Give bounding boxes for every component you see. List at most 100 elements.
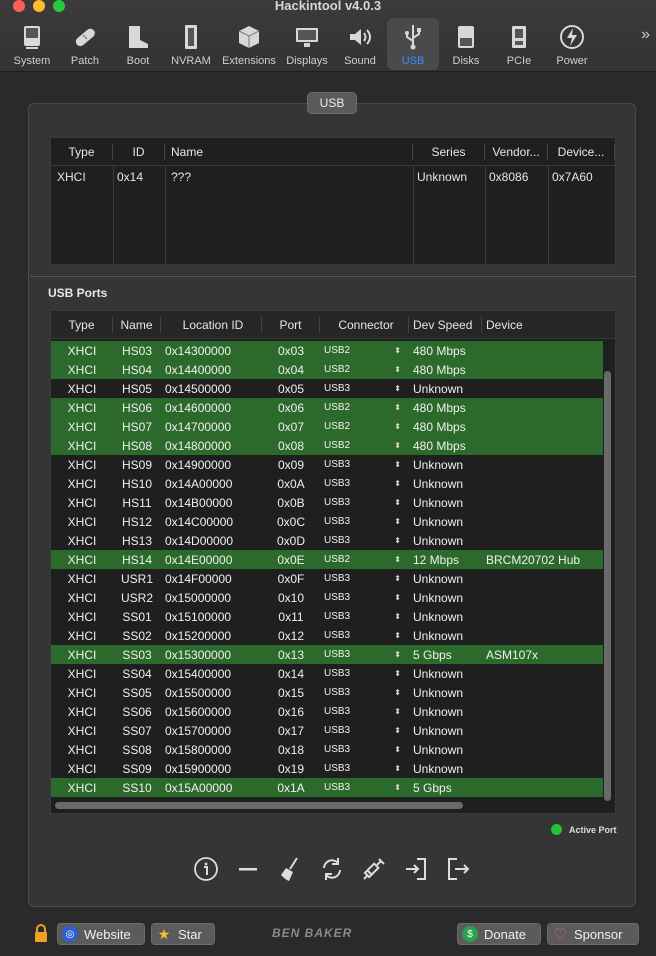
lock-icon[interactable] (33, 923, 49, 943)
port-connector-select[interactable]: USB3 ⬍ (320, 630, 409, 641)
table-row[interactable]: XHCI SS01 0x15100000 0x11 USB3 ⬍ Unknown (51, 607, 603, 626)
usb-ports-table[interactable]: Type Name Location ID Port Connector Dev… (50, 310, 616, 814)
port-connector-select-text: USB3 (324, 706, 351, 717)
port-connector-select[interactable]: USB3 ⬍ (320, 573, 409, 584)
controllers-table[interactable]: Type ID Name Series Vendor... Device... … (50, 137, 616, 265)
port-connector-select[interactable]: USB3 ⬍ (320, 383, 409, 394)
toolbar-item-disks[interactable]: Disks (440, 18, 492, 70)
table-row[interactable]: XHCI HS10 0x14A00000 0x0A USB3 ⬍ Unknown (51, 474, 603, 493)
table-row[interactable]: XHCI SS09 0x15900000 0x19 USB3 ⬍ Unknown (51, 759, 603, 778)
port-location-id-text: 0x15900000 (165, 761, 232, 776)
column-header-id[interactable]: ID (113, 143, 165, 160)
port-connector-select[interactable]: USB3 ⬍ (320, 687, 409, 698)
clear-button[interactable] (276, 855, 304, 883)
port-connector-select[interactable]: USB2 ⬍ (320, 364, 409, 375)
port-connector-select[interactable]: USB3 ⬍ (320, 706, 409, 717)
toolbar-overflow-button[interactable]: » (641, 26, 650, 44)
toolbar-item-sound[interactable]: Sound (334, 18, 386, 70)
import-button[interactable] (402, 855, 430, 883)
table-row[interactable]: XHCI HS09 0x14900000 0x09 USB3 ⬍ Unknown (51, 455, 603, 474)
toolbar-item-usb[interactable]: USB (387, 18, 439, 70)
toolbar-item-boot[interactable]: Boot (112, 18, 164, 70)
table-row[interactable]: XHCI SS06 0x15600000 0x16 USB3 ⬍ Unknown (51, 702, 603, 721)
port-connector-select[interactable]: USB3 ⬍ (320, 611, 409, 622)
toolbar-item-patch[interactable]: Patch (59, 18, 111, 70)
column-header-type[interactable]: Type (51, 316, 113, 333)
export-button[interactable] (444, 855, 472, 883)
toolbar-item-displays[interactable]: Displays (281, 18, 333, 70)
table-row[interactable]: XHCI HS12 0x14C00000 0x0C USB3 ⬍ Unknown (51, 512, 603, 531)
port-connector-select[interactable]: USB3 ⬍ (320, 725, 409, 736)
table-row[interactable]: XHCI HS07 0x14700000 0x07 USB2 ⬍ 480 Mbps (51, 417, 603, 436)
port-connector-select[interactable]: USB3 ⬍ (320, 459, 409, 470)
toolbar-item-system[interactable]: System (6, 18, 58, 70)
column-header-device[interactable]: Device (482, 317, 603, 333)
inject-button[interactable] (360, 855, 388, 883)
horizontal-scrollbar[interactable] (55, 802, 463, 809)
column-header-type[interactable]: Type (51, 143, 113, 160)
column-header-connector[interactable]: Connector (320, 316, 409, 333)
column-header-name[interactable]: Name (113, 316, 161, 333)
toolbar-item-power[interactable]: Power (546, 18, 598, 70)
table-row[interactable]: XHCI USR2 0x15000000 0x10 USB3 ⬍ Unknown (51, 588, 603, 607)
toolbar-item-nvram[interactable]: NVRAM (165, 18, 217, 70)
table-row[interactable]: XHCI SS02 0x15200000 0x12 USB3 ⬍ Unknown (51, 626, 603, 645)
table-row[interactable]: XHCI SS03 0x15300000 0x13 USB3 ⬍ 5 Gbps ASM107x (51, 645, 603, 664)
port-dev-speed: 5 Gbps (409, 648, 482, 662)
website-button[interactable]: ◎ Website (57, 923, 145, 945)
port-connector-select[interactable]: USB2 ⬍ (320, 421, 409, 432)
table-row[interactable]: XHCI SS04 0x15400000 0x14 USB3 ⬍ Unknown (51, 664, 603, 683)
table-row[interactable]: XHCI SS08 0x15800000 0x18 USB3 ⬍ Unknown (51, 740, 603, 759)
port-name: USR1 (113, 572, 161, 586)
column-header-location-id[interactable]: Location ID (161, 316, 262, 333)
sponsor-button[interactable]: ♡ Sponsor (547, 923, 639, 945)
port-connector-select[interactable]: USB3 ⬍ (320, 592, 409, 603)
remove-button[interactable] (234, 855, 262, 883)
donate-button[interactable]: $ Donate (457, 923, 541, 945)
monitor-icon (296, 28, 318, 47)
refresh-button[interactable] (318, 855, 346, 883)
port-number: 0x0A (262, 477, 320, 491)
port-location-id: 0x15200000 (161, 629, 262, 643)
controller-row[interactable]: XHCI 0x14 ??? Unknown 0x8086 0x7A60 (51, 166, 615, 188)
table-row[interactable]: XHCI HS04 0x14400000 0x04 USB2 ⬍ 480 Mbps (51, 360, 603, 379)
table-row[interactable]: XHCI HS14 0x14E00000 0x0E USB2 ⬍ 12 Mbps BRCM20… (51, 550, 603, 569)
port-connector-select[interactable]: USB3 ⬍ (320, 744, 409, 755)
port-connector-select[interactable]: USB3 ⬍ (320, 763, 409, 774)
table-row[interactable]: XHCI HS13 0x14D00000 0x0D USB3 ⬍ Unknown (51, 531, 603, 550)
table-row[interactable]: XHCI HS11 0x14B00000 0x0B USB3 ⬍ Unknown (51, 493, 603, 512)
toolbar-item-extensions[interactable]: Extensions (218, 18, 280, 70)
port-location-id: 0x14400000 (161, 363, 262, 377)
column-header-series[interactable]: Series (413, 143, 485, 160)
table-row[interactable]: XHCI HS08 0x14800000 0x08 USB2 ⬍ 480 Mbps (51, 436, 603, 455)
column-header-vendor[interactable]: Vendor... (485, 143, 548, 160)
table-row[interactable]: XHCI SS10 0x15A00000 0x1A USB3 ⬍ 5 Gbps (51, 778, 603, 797)
port-connector-select[interactable]: USB2 ⬍ (320, 402, 409, 413)
port-connector-select[interactable]: USB3 ⬍ (320, 668, 409, 679)
port-connector-select[interactable]: USB2 ⬍ (320, 345, 409, 356)
port-connector-select[interactable]: USB2 ⬍ (320, 554, 409, 565)
port-connector-select[interactable]: USB2 ⬍ (320, 440, 409, 451)
table-row[interactable]: XHCI HS06 0x14600000 0x06 USB2 ⬍ 480 Mbps (51, 398, 603, 417)
table-row[interactable]: XHCI HS05 0x14500000 0x05 USB3 ⬍ Unknown (51, 379, 603, 398)
table-row[interactable]: XHCI USR1 0x14F00000 0x0F USB3 ⬍ Unknown (51, 569, 603, 588)
port-connector-select[interactable]: USB3 ⬍ (320, 478, 409, 489)
vertical-scrollbar[interactable] (604, 371, 611, 801)
port-connector-select[interactable]: USB3 ⬍ (320, 497, 409, 508)
table-row[interactable]: XHCI SS05 0x15500000 0x15 USB3 ⬍ Unknown (51, 683, 603, 702)
table-row[interactable]: XHCI HS03 0x14300000 0x03 USB2 ⬍ 480 Mbps (51, 341, 603, 360)
port-connector-select[interactable]: USB3 ⬍ (320, 782, 409, 793)
column-header-name[interactable]: Name (165, 143, 413, 160)
info-button[interactable] (192, 855, 220, 883)
column-header-device[interactable]: Device... (548, 143, 615, 160)
toolbar-item-pcie[interactable]: PCIe (493, 18, 545, 70)
port-connector-select[interactable]: USB3 ⬍ (320, 649, 409, 660)
star-button[interactable]: ★ Star (151, 923, 215, 945)
table-row[interactable]: XHCI SS07 0x15700000 0x17 USB3 ⬍ Unknown (51, 721, 603, 740)
port-connector-select[interactable]: USB3 ⬍ (320, 516, 409, 527)
chevron-updown-icon: ⬍ (394, 441, 401, 450)
port-type: XHCI (51, 610, 113, 624)
column-header-dev-speed[interactable]: Dev Speed (409, 316, 482, 333)
column-header-port[interactable]: Port (262, 316, 320, 333)
port-connector-select[interactable]: USB3 ⬍ (320, 535, 409, 546)
